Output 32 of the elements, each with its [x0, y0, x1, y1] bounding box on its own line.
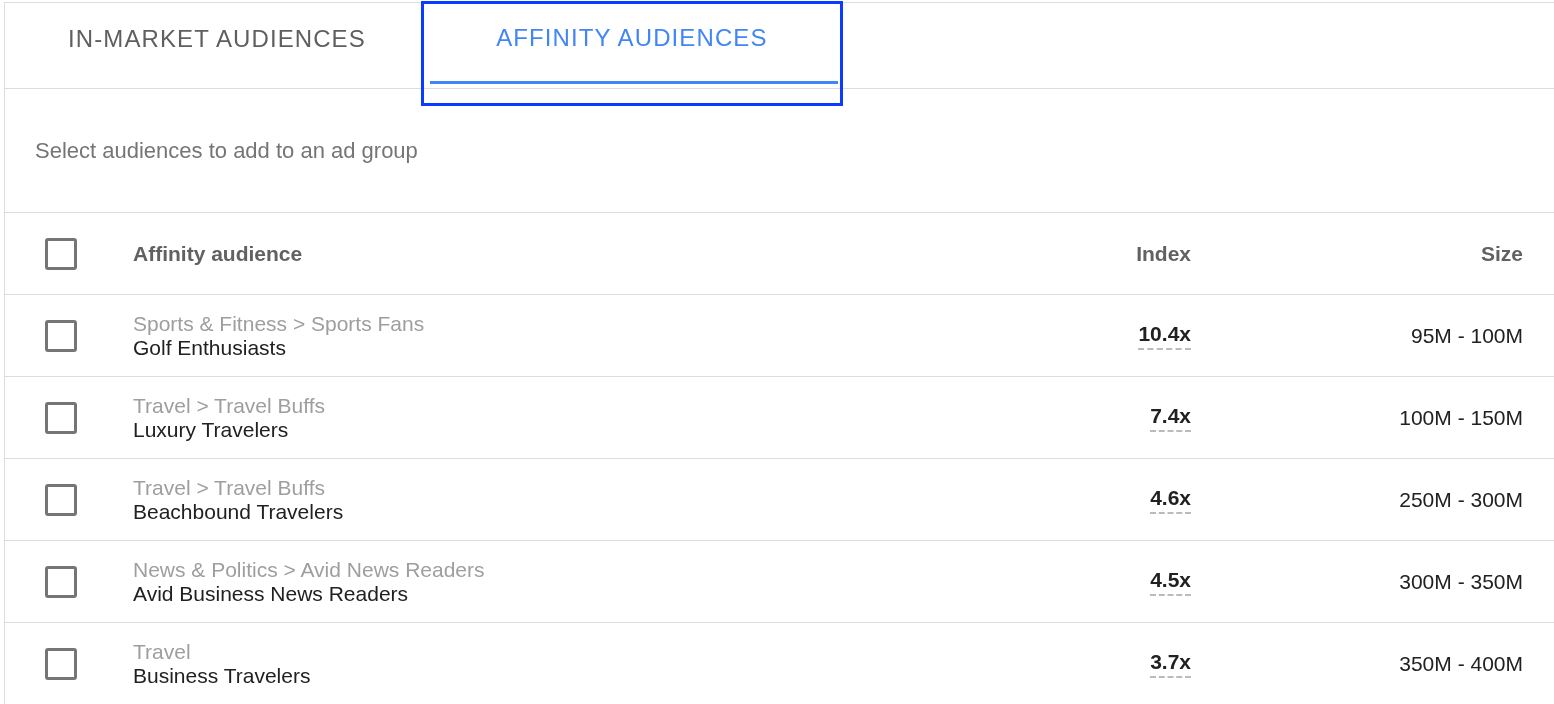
- audience-name: Golf Enthusiasts: [133, 335, 287, 360]
- tab[interactable]: AFFINITY AUDIENCES: [420, 1, 843, 106]
- category-path: Travel > Travel Buffs: [133, 475, 326, 500]
- category-path: News & Politics > Avid News Readers: [133, 557, 486, 582]
- select-all-checkbox[interactable]: [45, 237, 77, 270]
- index-value: 10.4x: [1138, 321, 1191, 350]
- row-checkbox[interactable]: [45, 565, 77, 598]
- audience-name: Beachbound Travelers: [133, 499, 345, 524]
- column-header: Size: [1480, 241, 1523, 265]
- row-checkbox[interactable]: [45, 319, 77, 352]
- index-value: 3.7x: [1150, 649, 1191, 678]
- size-range: 300M - 350M: [1399, 569, 1523, 593]
- row-checkbox[interactable]: [45, 483, 77, 516]
- index-value: 4.5x: [1150, 567, 1191, 596]
- audience-name: Business Travelers: [133, 663, 312, 688]
- instruction-text: Select audiences to add to an ad group: [35, 137, 418, 164]
- column-header: Affinity audience: [133, 241, 304, 266]
- tab[interactable]: IN-MARKET AUDIENCES: [34, 3, 400, 88]
- row-checkbox[interactable]: [45, 647, 77, 680]
- size-range: 350M - 400M: [1399, 651, 1523, 675]
- audience-name: Avid Business News Readers: [133, 581, 410, 606]
- index-value: 4.6x: [1150, 485, 1191, 514]
- category-path: Sports & Fitness > Sports Fans: [133, 311, 426, 336]
- audience-name: Luxury Travelers: [133, 417, 290, 442]
- size-range: 250M - 300M: [1399, 487, 1523, 511]
- row-checkbox[interactable]: [45, 401, 77, 434]
- size-range: 95M - 100M: [1410, 323, 1523, 347]
- category-path: Travel: [133, 639, 192, 664]
- size-range: 100M - 150M: [1399, 405, 1523, 429]
- column-header: Index: [1136, 241, 1191, 266]
- category-path: Travel > Travel Buffs: [133, 393, 326, 418]
- index-value: 7.4x: [1150, 403, 1191, 432]
